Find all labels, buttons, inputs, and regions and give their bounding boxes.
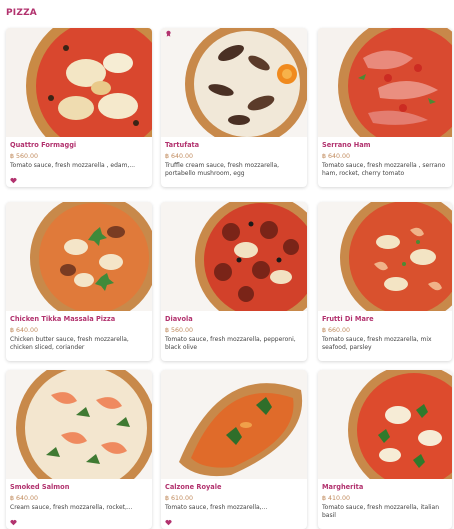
section-title: PIZZA <box>6 8 37 18</box>
item-name: Frutti Di Mare <box>322 315 374 323</box>
item-name: Tartufata <box>165 141 200 149</box>
heart-icon[interactable] <box>10 177 17 184</box>
item-description: Tomato sauce, fresh mozzarella, pepperon… <box>165 336 296 351</box>
item-price: ฿ 560.00 <box>165 327 194 334</box>
item-price: ฿ 640.00 <box>322 153 351 160</box>
pizza-photo <box>161 28 307 137</box>
menu-card-quattro-formaggi[interactable]: Quattro Formaggi ฿ 560.00 Tomato sauce, … <box>6 28 152 187</box>
item-description: Tomato sauce, fresh mozzarella , edam,..… <box>10 162 136 169</box>
pizza-photo <box>6 28 152 137</box>
pizza-photo <box>6 370 152 479</box>
pizza-photo <box>161 202 307 311</box>
menu-card-tartufata[interactable]: Tartufata ฿ 640.00 Truffle cream sauce, … <box>161 28 307 187</box>
menu-card-smoked-salmon[interactable]: Smoked Salmon ฿ 640.00 Cream sauce, fres… <box>6 370 152 529</box>
item-name: Chicken Tikka Massala Pizza <box>10 315 116 323</box>
pizza-photo <box>318 370 452 479</box>
item-price: ฿ 560.00 <box>10 153 39 160</box>
item-price: ฿ 640.00 <box>10 327 39 334</box>
item-price: ฿ 610.00 <box>165 495 194 502</box>
item-price: ฿ 410.00 <box>322 495 351 502</box>
menu-card-diavola[interactable]: Diavola ฿ 560.00 Tomato sauce, fresh moz… <box>161 202 307 361</box>
item-description: Chicken butter sauce, fresh mozzarella, … <box>10 336 129 351</box>
item-name: Margherita <box>322 483 364 491</box>
item-price: ฿ 640.00 <box>10 495 39 502</box>
item-description: Tomato sauce, fresh mozzarella,... <box>165 504 268 511</box>
item-description: Tomato sauce, fresh mozzarella , serrano… <box>322 162 446 177</box>
menu-card-calzone-royale[interactable]: Calzone Royale ฿ 610.00 Tomato sauce, fr… <box>161 370 307 529</box>
pizza-photo <box>318 202 452 311</box>
item-name: Calzone Royale <box>165 483 222 491</box>
item-description: Tomato sauce, fresh mozzarella, italian … <box>322 504 440 519</box>
item-description: Tomato sauce, fresh mozzarella, mix seaf… <box>322 336 432 351</box>
item-price: ฿ 640.00 <box>165 153 194 160</box>
item-name: Serrano Ham <box>322 141 371 149</box>
item-name: Diavola <box>165 315 193 323</box>
menu-card-frutti-di-mare[interactable]: Frutti Di Mare ฿ 660.00 Tomato sauce, fr… <box>318 202 452 361</box>
item-name: Quattro Formaggi <box>10 141 77 149</box>
menu-card-chicken-tikka-massala[interactable]: Chicken Tikka Massala Pizza ฿ 640.00 Chi… <box>6 202 152 361</box>
ribbon-badge-icon <box>165 30 172 37</box>
menu-card-margherita[interactable]: Margherita ฿ 410.00 Tomato sauce, fresh … <box>318 370 452 529</box>
item-name: Smoked Salmon <box>10 483 70 491</box>
item-price: ฿ 660.00 <box>322 327 351 334</box>
pizza-photo <box>318 28 452 137</box>
item-description: Truffle cream sauce, fresh mozzarella, p… <box>165 162 280 177</box>
pizza-photo <box>161 370 307 479</box>
menu-card-serrano-ham[interactable]: Serrano Ham ฿ 640.00 Tomato sauce, fresh… <box>318 28 452 187</box>
pizza-photo <box>6 202 152 311</box>
item-description: Cream sauce, fresh mozzarella, rocket,..… <box>10 504 133 511</box>
